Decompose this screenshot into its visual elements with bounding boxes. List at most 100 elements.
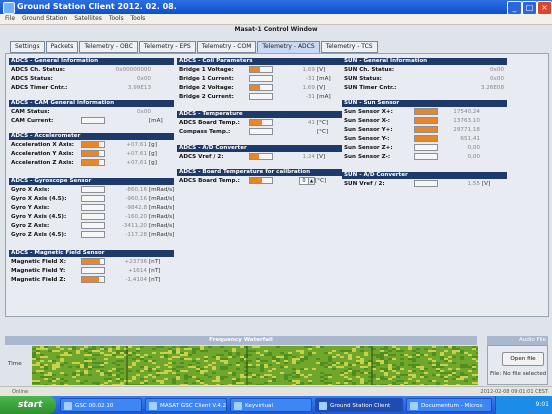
taskbar-item[interactable]: Keyvirtual: [230, 398, 312, 412]
waterfall-cell: [40, 372, 44, 374]
waterfall-cell: [440, 370, 444, 372]
row-unit: [mRad/s]: [149, 186, 175, 193]
minimize-button[interactable]: _: [507, 1, 522, 15]
waterfall-cell: [100, 362, 104, 364]
menu-satellites[interactable]: Satellites: [74, 14, 102, 24]
waterfall-cell: [192, 366, 196, 368]
tab-settings[interactable]: Settings: [10, 41, 45, 53]
waterfall-cell: [276, 356, 280, 358]
waterfall-cell: [80, 374, 84, 376]
waterfall-cell: [380, 376, 384, 378]
waterfall-cell: [296, 376, 300, 378]
row-label: Bridge 1 Current:: [179, 75, 234, 82]
waterfall-cell: [272, 356, 276, 358]
row-value: +23736: [124, 258, 147, 265]
waterfall-cell: [324, 378, 328, 380]
waterfall-cell: [160, 372, 164, 374]
waterfall-cell: [420, 354, 424, 356]
waterfall-cell: [180, 366, 184, 368]
waterfall-cell: [40, 348, 44, 350]
row-value: 29771,18: [453, 126, 480, 133]
waterfall-cell: [432, 366, 436, 368]
waterfall-cell: [96, 366, 100, 368]
section-adcs-ad: ADCS - A/D Converter ADCS Vref / 2: 1,24…: [177, 145, 342, 161]
panel-title: Masat-1 Control Window: [234, 26, 318, 33]
section-title: ADCS - Accelerometer: [9, 133, 174, 140]
waterfall-cell: [120, 382, 124, 384]
waterfall-cell: [204, 358, 208, 360]
waterfall-cell: [456, 348, 460, 350]
waterfall-cell: [208, 346, 212, 348]
data-row: ADCS Ch. Status: 0x00000000: [9, 65, 174, 74]
waterfall-cell: [112, 346, 116, 348]
menu-ground-station[interactable]: Ground Station: [22, 14, 67, 24]
waterfall-cell: [260, 360, 264, 362]
tab-telemetry-adcs[interactable]: Telemetry - ADCS: [257, 41, 320, 53]
row-label: SUN Vref / 2:: [344, 180, 385, 187]
waterfall-cell: [336, 384, 340, 385]
tab-packets[interactable]: Packets: [45, 41, 79, 53]
row-value: -3411,20: [121, 222, 147, 229]
waterfall-cell: [76, 366, 80, 368]
maximize-button[interactable]: □: [522, 1, 537, 15]
waterfall-cell: [88, 360, 92, 362]
waterfall-cell: [452, 372, 456, 374]
waterfall-cell: [128, 352, 132, 354]
menu-tools-2[interactable]: Tools: [131, 14, 146, 24]
waterfall-cell: [384, 384, 388, 385]
taskbar-item[interactable]: Documentum - Micros: [406, 398, 492, 412]
waterfall-cell: [60, 358, 64, 360]
waterfall-cell: [368, 380, 372, 382]
waterfall-cell: [364, 362, 368, 364]
waterfall-cell: [428, 350, 432, 352]
waterfall-cell: [436, 370, 440, 372]
frequency-waterfall[interactable]: [32, 346, 478, 385]
tab-telemetry-obc[interactable]: Telemetry - OBC: [79, 41, 138, 53]
waterfall-cell: [332, 362, 336, 364]
waterfall-cell: [64, 362, 68, 364]
waterfall-cell: [96, 362, 100, 364]
waterfall-cell: [424, 376, 428, 378]
menu-file[interactable]: File: [5, 14, 15, 24]
tab-telemetry-tcs[interactable]: Telemetry - TCS: [320, 41, 378, 53]
value-bar: [81, 204, 105, 211]
taskbar-item[interactable]: Ground Station Client: [315, 398, 403, 412]
waterfall-cell: [192, 360, 196, 362]
close-button[interactable]: ×: [537, 1, 552, 15]
waterfall-cell: [164, 364, 168, 366]
waterfall-cell: [328, 382, 332, 384]
waterfall-cell: [400, 350, 404, 352]
waterfall-cell: [220, 384, 224, 385]
row-label: CAM Status:: [11, 108, 50, 115]
waterfall-cell: [296, 374, 300, 376]
open-file-button[interactable]: Open file: [502, 352, 544, 366]
tab-telemetry-com[interactable]: Telemetry - COM: [196, 41, 257, 53]
taskbar-item[interactable]: GSC 00.02.10: [60, 398, 142, 412]
waterfall-cell: [352, 372, 356, 374]
waterfall-cell: [140, 358, 144, 360]
waterfall-cell: [48, 374, 52, 376]
waterfall-cell: [432, 354, 436, 356]
menu-tools[interactable]: Tools: [109, 14, 124, 24]
row-label: ADCS Board Temp.:: [179, 119, 240, 126]
waterfall-cell: [64, 352, 68, 354]
waterfall-cell: [196, 378, 200, 380]
waterfall-cell: [204, 360, 208, 362]
section-adcs-cam: ADCS - CAM General Information CAM Statu…: [9, 100, 174, 125]
waterfall-cell: [44, 374, 48, 376]
waterfall-cell: [188, 348, 192, 350]
waterfall-cell: [380, 360, 384, 362]
calibration-spinner[interactable]: 0: [299, 176, 309, 185]
data-row: Bridge 2 Current: -31 [mA]: [177, 92, 342, 101]
row-label: Acceleration Z Axis:: [11, 159, 74, 166]
waterfall-cell: [52, 368, 56, 370]
waterfall-cell: [268, 374, 272, 376]
row-value: 1,69: [302, 66, 315, 73]
waterfall-cell: [432, 380, 436, 382]
waterfall-cell: [192, 350, 196, 352]
start-button[interactable]: start: [0, 396, 56, 414]
value-bar: [414, 117, 438, 124]
tab-telemetry-eps[interactable]: Telemetry - EPS: [138, 41, 196, 53]
waterfall-cell: [456, 378, 460, 380]
taskbar-item[interactable]: MASAT GSC Client V.4.2: [145, 398, 227, 412]
